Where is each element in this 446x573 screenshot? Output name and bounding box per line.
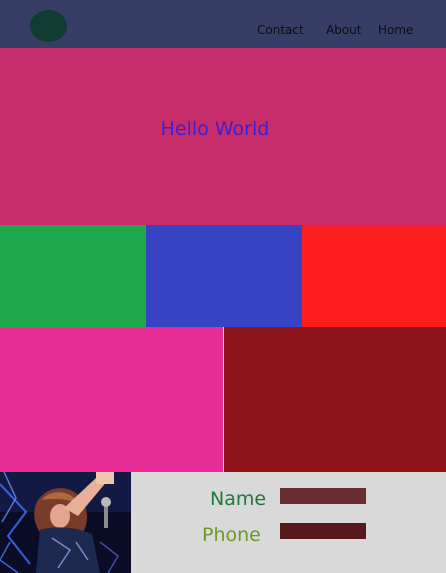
name-input[interactable] bbox=[280, 488, 366, 504]
blue-block bbox=[146, 225, 302, 327]
page: Contact About Home Hello World Name Phon… bbox=[0, 0, 446, 573]
name-label: Name bbox=[210, 488, 267, 510]
contact-form: Name Phone bbox=[131, 472, 446, 573]
phone-label: Phone bbox=[202, 524, 261, 546]
hero-title: Hello World bbox=[160, 118, 270, 140]
logo[interactable] bbox=[30, 10, 67, 42]
site-header: Contact About Home bbox=[0, 0, 446, 48]
concert-photo bbox=[0, 472, 131, 573]
nav-link-contact[interactable]: Contact bbox=[257, 23, 304, 37]
pink-block bbox=[0, 327, 223, 472]
green-block bbox=[0, 225, 146, 327]
phone-input[interactable] bbox=[280, 523, 366, 539]
nav-link-about[interactable]: About bbox=[326, 23, 361, 37]
hero-banner: Hello World bbox=[0, 48, 446, 225]
nav-link-home[interactable]: Home bbox=[378, 23, 413, 37]
red-block bbox=[302, 225, 446, 327]
dark-red-block bbox=[224, 327, 446, 472]
